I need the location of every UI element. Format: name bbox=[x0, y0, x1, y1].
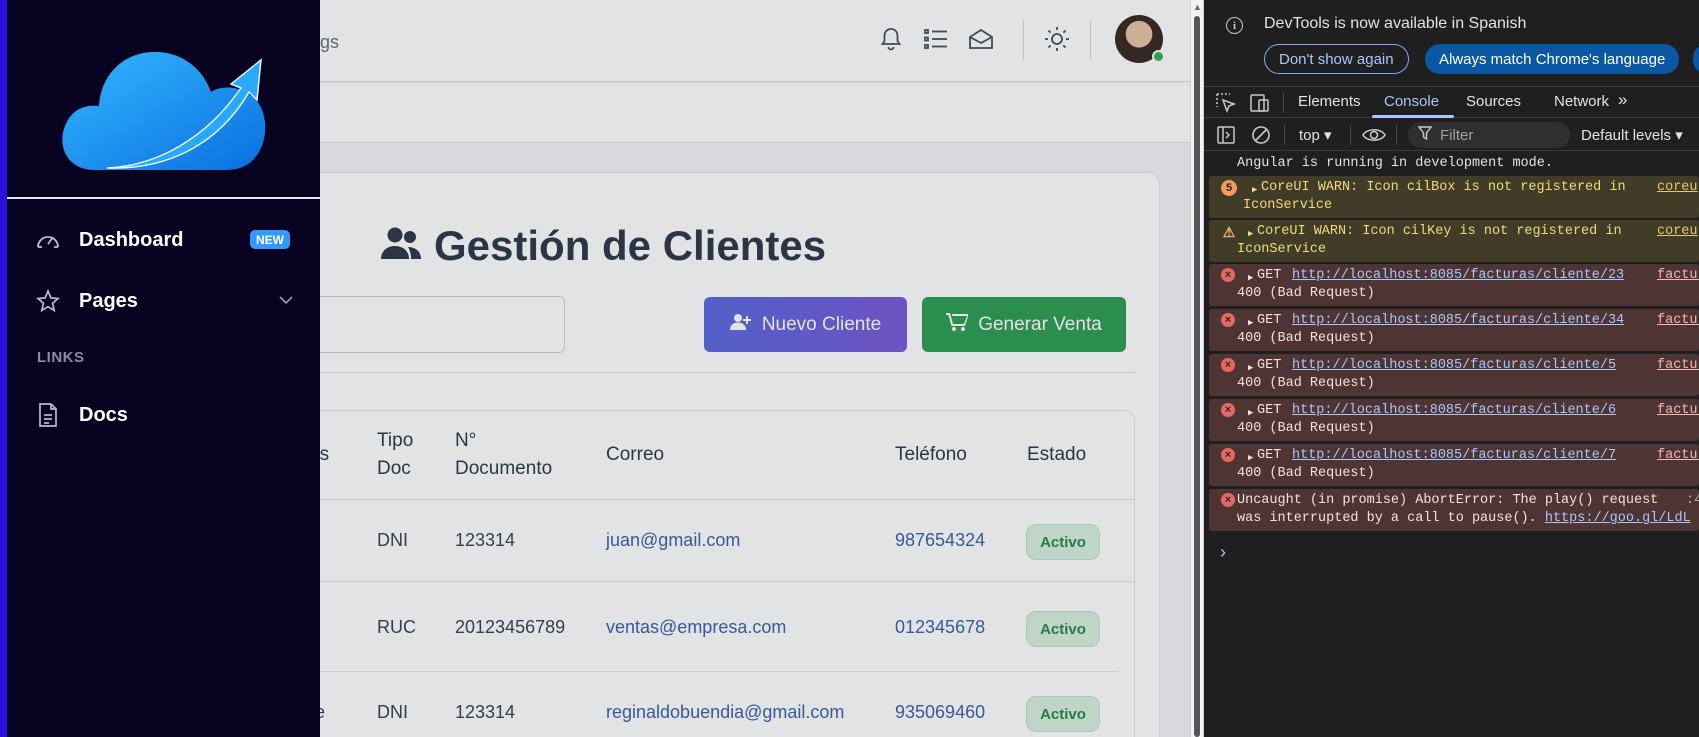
message-text: Angular is running in development mode. bbox=[1237, 156, 1553, 171]
sidebar-item-label: Dashboard bbox=[79, 228, 184, 251]
devtools-panel: i DevTools is now available in Spanish D… bbox=[1204, 0, 1699, 737]
clear-console-icon[interactable] bbox=[1251, 125, 1271, 145]
warning-triangle-icon: ⚠ bbox=[1222, 224, 1236, 240]
sidebar-item-pages[interactable]: Pages bbox=[35, 288, 138, 314]
request-url[interactable]: http://localhost:8085/facturas/cliente/3… bbox=[1292, 312, 1624, 330]
request-method: GET bbox=[1257, 403, 1282, 418]
error-icon: × bbox=[1221, 403, 1235, 417]
message-text-pre: was interrupted by a call to pause(). bbox=[1237, 511, 1545, 526]
more-tabs-chevron-icon[interactable]: » bbox=[1618, 90, 1627, 110]
console-error[interactable]: × ▶ GET http://localhost:8085/facturas/c… bbox=[1209, 354, 1699, 396]
error-icon: × bbox=[1221, 313, 1235, 327]
console-message[interactable]: Angular is running in development mode. bbox=[1209, 152, 1699, 176]
source-link[interactable]: :4 bbox=[1686, 492, 1699, 510]
scroll-up-arrow-icon[interactable]: ▲ bbox=[1193, 2, 1202, 12]
new-badge: NEW bbox=[250, 230, 290, 249]
repeat-count-badge: 5 bbox=[1221, 180, 1237, 196]
request-url[interactable]: http://localhost:8085/facturas/cliente/2… bbox=[1292, 267, 1624, 285]
message-text-cont: IconService bbox=[1243, 198, 1333, 213]
sidebar-item-dashboard[interactable]: Dashboard bbox=[35, 227, 183, 253]
cloud-logo[interactable] bbox=[55, 28, 275, 178]
always-match-language-button[interactable]: Always match Chrome's language bbox=[1425, 44, 1680, 74]
message-text: Uncaught (in promise) AbortError: The pl… bbox=[1237, 493, 1659, 508]
console-warning[interactable]: ⚠ ▶ CoreUI WARN: Icon cilKey is not regi… bbox=[1209, 220, 1699, 262]
device-toolbar-icon[interactable] bbox=[1250, 93, 1270, 113]
console-error[interactable]: × ▶ GET http://localhost:8085/facturas/c… bbox=[1209, 264, 1699, 306]
request-url[interactable]: http://localhost:8085/facturas/cliente/7 bbox=[1292, 447, 1616, 465]
document-icon bbox=[35, 402, 61, 428]
request-url[interactable]: http://localhost:8085/facturas/cliente/5 bbox=[1292, 357, 1616, 375]
devtools-tabbar: Elements Console Sources Network » bbox=[1204, 86, 1699, 118]
app-viewport: gs Gestión de Clientes Nuevo Cliente Gen… bbox=[0, 0, 1190, 737]
sidebar-item-label: Pages bbox=[79, 289, 138, 312]
language-infobar: i DevTools is now available in Spanish D… bbox=[1204, 0, 1699, 83]
tab-sources[interactable]: Sources bbox=[1466, 93, 1521, 110]
source-link[interactable]: factur bbox=[1657, 402, 1699, 420]
console-error[interactable]: × ▶ GET http://localhost:8085/facturas/c… bbox=[1209, 444, 1699, 486]
help-link[interactable]: https://goo.gl/LdL bbox=[1545, 511, 1691, 526]
request-method: GET bbox=[1257, 448, 1282, 463]
message-text-cont: IconService bbox=[1237, 242, 1327, 257]
tab-network[interactable]: Network bbox=[1554, 93, 1609, 110]
request-status: 400 (Bad Request) bbox=[1237, 376, 1375, 391]
source-link[interactable]: factur bbox=[1657, 447, 1699, 465]
source-link[interactable]: factur bbox=[1657, 357, 1699, 375]
tab-elements[interactable]: Elements bbox=[1298, 93, 1361, 110]
request-status: 400 (Bad Request) bbox=[1237, 466, 1375, 481]
eye-icon[interactable] bbox=[1362, 125, 1386, 145]
console-warning[interactable]: 5 ▶ CoreUI WARN: Icon cilBox is not regi… bbox=[1209, 176, 1699, 218]
sidebar-item-docs[interactable]: Docs bbox=[35, 402, 128, 428]
speedometer-icon bbox=[35, 227, 61, 253]
request-method: GET bbox=[1257, 358, 1282, 373]
log-levels-label: Default levels bbox=[1581, 127, 1672, 144]
infobar-text: DevTools is now available in Spanish bbox=[1264, 15, 1527, 32]
request-method: GET bbox=[1257, 313, 1282, 328]
star-icon bbox=[35, 288, 61, 314]
scrollbar[interactable]: ▲ bbox=[1190, 0, 1204, 737]
source-link[interactable]: factur bbox=[1657, 267, 1699, 285]
context-value: top bbox=[1299, 127, 1320, 144]
request-status: 400 (Bad Request) bbox=[1237, 331, 1375, 346]
console-prompt-icon[interactable]: › bbox=[1220, 542, 1226, 563]
request-status: 400 (Bad Request) bbox=[1237, 286, 1375, 301]
request-status: 400 (Bad Request) bbox=[1237, 421, 1375, 436]
chevron-down-icon[interactable] bbox=[279, 292, 293, 310]
filter-placeholder: Filter bbox=[1440, 126, 1474, 144]
log-levels-dropdown[interactable]: Default levels ▾ bbox=[1581, 126, 1683, 144]
sidebar-item-label: Docs bbox=[79, 403, 128, 426]
source-link[interactable]: factur bbox=[1657, 312, 1699, 330]
error-icon: × bbox=[1221, 493, 1235, 507]
tab-console[interactable]: Console bbox=[1384, 93, 1439, 110]
scrollbar-thumb[interactable] bbox=[1194, 16, 1200, 737]
message-text-cont: was interrupted by a call to pause(). ht… bbox=[1237, 510, 1691, 528]
error-icon: × bbox=[1221, 358, 1235, 372]
source-link[interactable]: coreu bbox=[1657, 223, 1698, 241]
inspect-element-icon[interactable] bbox=[1216, 93, 1237, 114]
sidebar-toggle-icon[interactable] bbox=[1216, 125, 1236, 145]
filter-funnel-icon bbox=[1417, 126, 1433, 144]
error-icon: × bbox=[1221, 448, 1235, 462]
console-toolbar: top ▾ Filter Default levels ▾ bbox=[1204, 119, 1699, 151]
active-tab-indicator bbox=[1372, 115, 1454, 118]
filter-input[interactable]: Filter bbox=[1408, 122, 1570, 148]
switch-language-button[interactable] bbox=[1693, 44, 1699, 74]
message-text: CoreUI WARN: Icon cilBox is not register… bbox=[1261, 180, 1626, 195]
console-error[interactable]: × Uncaught (in promise) AbortError: The … bbox=[1209, 489, 1699, 531]
context-selector[interactable]: top ▾ bbox=[1299, 126, 1332, 144]
dont-show-again-button[interactable]: Don't show again bbox=[1264, 44, 1409, 74]
sidebar-section-title: LINKS bbox=[37, 349, 85, 366]
request-method: GET bbox=[1257, 268, 1282, 283]
message-text: CoreUI WARN: Icon cilKey is not register… bbox=[1257, 224, 1622, 239]
request-url[interactable]: http://localhost:8085/facturas/cliente/6 bbox=[1292, 402, 1616, 420]
source-link[interactable]: coreu bbox=[1657, 179, 1698, 197]
console-error[interactable]: × ▶ GET http://localhost:8085/facturas/c… bbox=[1209, 309, 1699, 351]
console-error[interactable]: × ▶ GET http://localhost:8085/facturas/c… bbox=[1209, 399, 1699, 441]
info-icon: i bbox=[1226, 17, 1243, 34]
error-icon: × bbox=[1221, 268, 1235, 282]
sidebar: Dashboard NEW Pages LINKS Docs bbox=[0, 0, 320, 737]
sidebar-divider bbox=[7, 197, 320, 199]
